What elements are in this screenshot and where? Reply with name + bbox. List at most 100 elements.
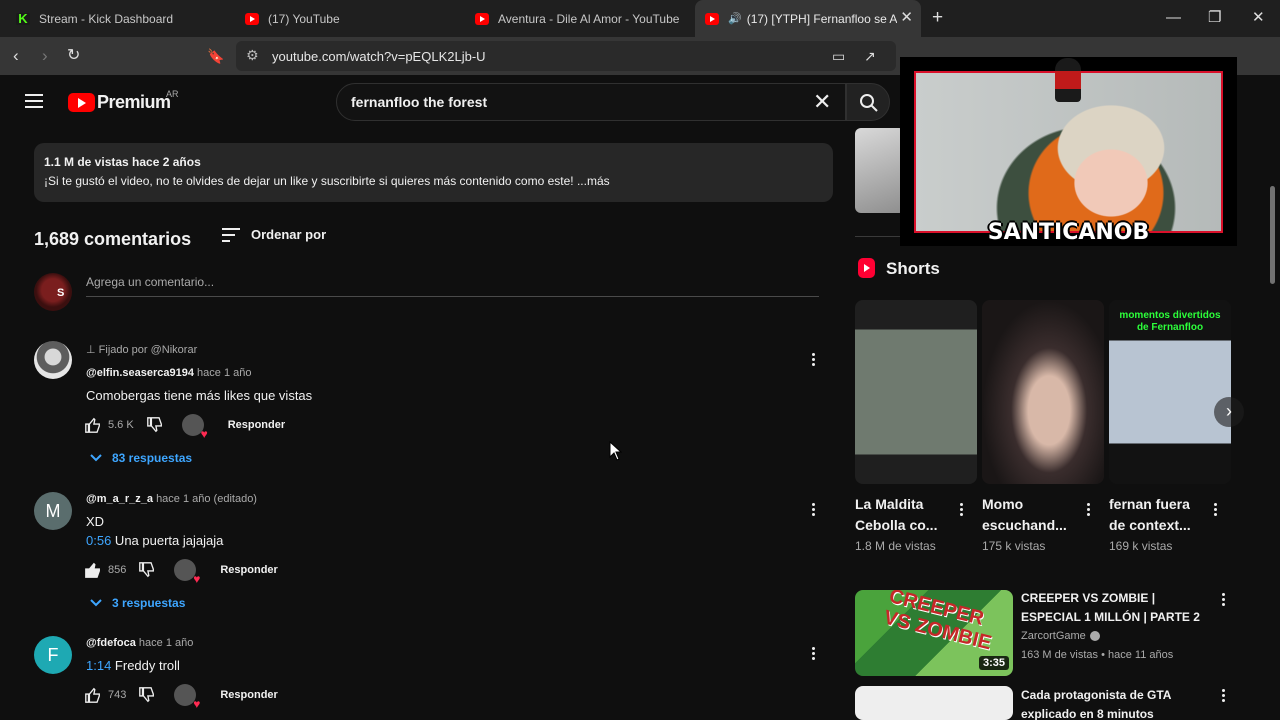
tab-title: Stream - Kick Dashboard — [39, 11, 174, 26]
comment-author[interactable]: @elfin.seaserca9194 — [86, 367, 194, 379]
comment-author[interactable]: @fdefoca — [86, 637, 136, 649]
country-code: AR — [166, 89, 179, 99]
short-title[interactable]: Momo escuchand... — [982, 494, 1082, 536]
next-shorts-button[interactable]: › — [1214, 397, 1244, 427]
avatar[interactable] — [34, 341, 72, 379]
avatar[interactable]: M — [34, 492, 72, 530]
browser-tab-strip: K Stream - Kick Dashboard (17) YouTube A… — [0, 0, 1280, 37]
share-icon[interactable]: ↗ — [864, 46, 876, 66]
search-box[interactable]: fernanfloo the forest ✕ — [336, 83, 846, 121]
cast-icon[interactable]: ▭ — [832, 46, 845, 66]
short-title[interactable]: La Maldita Cebolla co... — [855, 494, 955, 536]
view-replies-button[interactable]: 3 respuestas — [90, 596, 185, 610]
new-tab-button[interactable]: + — [932, 8, 943, 28]
sort-button[interactable]: Ordenar por — [251, 227, 326, 242]
add-comment-input[interactable]: Agrega un comentario... — [86, 275, 819, 297]
verified-icon — [1089, 631, 1100, 642]
site-info-icon[interactable]: ⚙ — [246, 47, 259, 64]
thumbnail-text: CREEPER VS ZOMBIE — [881, 590, 994, 655]
close-tab-icon[interactable]: ✕ — [900, 10, 913, 26]
user-avatar — [34, 273, 72, 311]
view-replies-button[interactable]: 83 respuestas — [90, 451, 192, 465]
video-title[interactable]: CREEPER VS ZOMBIE | ESPECIAL 1 MILLÓN | … — [1021, 589, 1211, 627]
youtube-icon — [245, 12, 259, 25]
description-meta: 1.1 M de vistas hace 2 años — [44, 155, 201, 169]
more-actions-icon[interactable] — [812, 647, 816, 662]
webcam-figure-image — [1055, 58, 1081, 102]
reload-icon[interactable]: ↻ — [67, 46, 80, 66]
speaker-icon[interactable]: 🔊 — [728, 12, 742, 25]
comment-author[interactable]: @m_a_r_z_a — [86, 493, 153, 505]
short-thumbnail[interactable]: momentos divertidos de Fernanfloo — [1109, 300, 1231, 484]
search-icon — [860, 94, 878, 112]
scrollbar-thumb[interactable] — [1270, 186, 1275, 284]
video-duration: 3:35 — [979, 656, 1010, 670]
comment-time[interactable]: hace 1 año — [139, 637, 193, 649]
comment-time[interactable]: hace 1 año (editado) — [156, 493, 257, 505]
video-description[interactable]: 1.1 M de vistas hace 2 años ¡Si te gustó… — [34, 143, 833, 202]
tab-title: (17) [YTPH] Fernanfloo se Asu — [746, 11, 897, 26]
menu-icon[interactable] — [25, 94, 43, 108]
like-count: 743 — [108, 689, 127, 701]
search-input[interactable]: fernanfloo the forest — [351, 94, 487, 110]
comment-time[interactable]: hace 1 año — [197, 367, 251, 379]
clear-search-icon[interactable]: ✕ — [813, 90, 831, 114]
comment-actions: 743 Responder — [84, 684, 278, 710]
timestamp-link[interactable]: 1:14 — [86, 658, 111, 673]
pin-icon: ⊥ — [86, 344, 96, 356]
more-actions-icon[interactable] — [812, 503, 816, 518]
more-actions-icon[interactable] — [1222, 689, 1226, 704]
like-icon-filled[interactable] — [84, 561, 102, 579]
channel-name[interactable]: ZarcortGame — [1021, 630, 1100, 642]
minimize-button[interactable]: — — [1166, 8, 1181, 28]
video-title[interactable]: Cada protagonista de GTA explicado en 8 … — [1021, 686, 1211, 720]
comment-author-line: @m_a_r_z_a hace 1 año (editado) — [86, 493, 257, 505]
dislike-icon[interactable] — [138, 561, 156, 579]
more-actions-icon[interactable] — [812, 353, 816, 368]
youtube-premium-logo[interactable]: Premium — [68, 92, 171, 113]
reply-button[interactable]: Responder — [228, 419, 285, 431]
avatar[interactable]: F — [34, 636, 72, 674]
tab-youtube-home[interactable]: (17) YouTube — [245, 0, 455, 37]
bookmark-icon[interactable]: 🔖 — [207, 46, 224, 66]
comment-author-line: @elfin.seaserca9194 hace 1 año — [86, 367, 251, 379]
like-icon[interactable] — [84, 416, 102, 434]
sort-icon[interactable] — [222, 228, 240, 246]
short-overlay-text: momentos divertidos de Fernanfloo — [1119, 310, 1221, 333]
timestamp-link[interactable]: 0:56 — [86, 533, 111, 548]
more-actions-icon[interactable] — [1214, 503, 1218, 518]
more-actions-icon[interactable] — [1087, 503, 1091, 518]
short-thumbnail[interactable] — [982, 300, 1104, 484]
tab-kick-dashboard[interactable]: K Stream - Kick Dashboard — [16, 0, 226, 37]
short-title[interactable]: fernan fuera de context... — [1109, 494, 1209, 536]
short-thumbnail[interactable] — [855, 300, 977, 484]
search-button[interactable] — [846, 83, 890, 121]
maximize-button[interactable]: ❐ — [1208, 8, 1221, 28]
dislike-icon[interactable] — [138, 686, 156, 704]
short-views: 169 k vistas — [1109, 539, 1173, 553]
address-bar[interactable]: ⚙ youtube.com/watch?v=pEQLK2Ljb-U — [236, 41, 896, 71]
back-icon[interactable]: ‹ — [13, 46, 19, 66]
reply-button[interactable]: Responder — [220, 564, 277, 576]
creator-heart-icon — [174, 559, 200, 585]
tab-fernanfloo-active[interactable]: 🔊 (17) [YTPH] Fernanfloo se Asu ✕ — [695, 0, 921, 37]
video-thumbnail[interactable] — [855, 686, 1013, 720]
close-window-button[interactable]: ✕ — [1252, 8, 1265, 28]
like-count: 856 — [108, 564, 127, 576]
youtube-icon — [705, 12, 719, 25]
reply-button[interactable]: Responder — [220, 689, 277, 701]
dislike-icon[interactable] — [146, 416, 164, 434]
more-actions-icon[interactable] — [1222, 593, 1226, 608]
pinned-label: ⊥ Fijado por @Nikorar — [86, 344, 198, 356]
comment-actions: 5.6 K Responder — [84, 414, 285, 440]
short-views: 1.8 M de vistas — [855, 539, 936, 553]
like-icon[interactable] — [84, 686, 102, 704]
tab-aventura[interactable]: Aventura - Dile Al Amor - YouTube — [475, 0, 685, 37]
description-text: ¡Si te gustó el video, no te olvides de … — [44, 174, 610, 188]
video-thumbnail[interactable] — [855, 128, 905, 213]
forward-icon[interactable]: › — [42, 46, 48, 66]
comment-actions: 856 Responder — [84, 559, 278, 585]
comment-author-line: @fdefoca hace 1 año — [86, 637, 193, 649]
more-actions-icon[interactable] — [960, 503, 964, 518]
replies-count: 3 respuestas — [112, 596, 186, 610]
